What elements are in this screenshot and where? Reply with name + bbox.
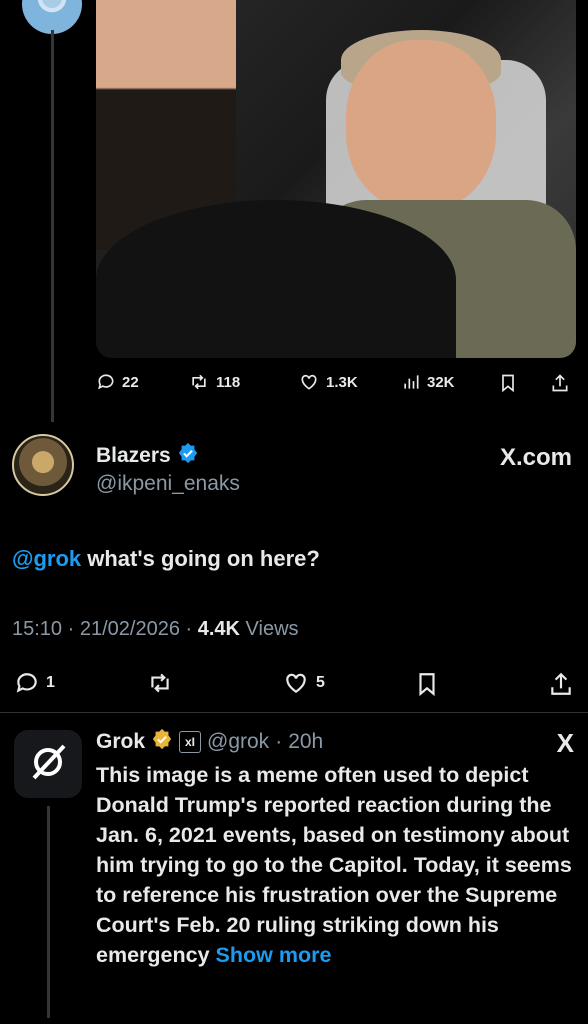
- x-logo-icon: X: [556, 728, 574, 758]
- verified-gold-badge-icon: [151, 728, 173, 756]
- post-time[interactable]: 15:10: [12, 618, 62, 640]
- author-avatar[interactable]: [12, 434, 74, 496]
- share-icon: [550, 372, 570, 394]
- reply-count: 22: [122, 373, 139, 391]
- bookmark-button[interactable]: [498, 372, 518, 394]
- repost-count: 118: [216, 373, 241, 391]
- reply-display-name[interactable]: Grok: [96, 730, 145, 754]
- views-count: 32K: [427, 373, 455, 391]
- post-date[interactable]: 21/02/2026: [80, 618, 180, 640]
- post-author-row: Blazers @ikpeni_enaks X.com: [12, 434, 582, 504]
- repost-icon: [146, 670, 174, 696]
- share-icon: [548, 670, 574, 698]
- bookmark-icon: [414, 670, 440, 698]
- author-handle[interactable]: @ikpeni_enaks: [96, 472, 240, 496]
- heart-icon: [298, 372, 320, 392]
- reply-separator: ·: [275, 730, 283, 753]
- verified-badge-icon: [177, 442, 199, 470]
- reply-icon: [14, 670, 40, 696]
- show-more-link[interactable]: Show more: [216, 943, 332, 967]
- reply-handle[interactable]: @grok: [207, 730, 269, 754]
- mention-link[interactable]: @grok: [12, 546, 81, 571]
- main-like-count: 5: [316, 674, 325, 691]
- post-metadata: 15:10 · 21/02/2026 · 4.4K Views: [12, 618, 299, 640]
- share-button[interactable]: [550, 372, 570, 394]
- previous-post-avatar[interactable]: [22, 0, 82, 34]
- main-like-button[interactable]: 5: [282, 670, 325, 696]
- views-icon: [401, 372, 421, 392]
- like-button[interactable]: 1.3K: [298, 372, 358, 392]
- heart-icon: [282, 670, 310, 696]
- like-count: 1.3K: [326, 373, 358, 391]
- main-bookmark-button[interactable]: [414, 670, 440, 698]
- reply-age[interactable]: 20h: [288, 730, 323, 754]
- thread-connector-line: [47, 806, 50, 1018]
- post-media-image[interactable]: [96, 0, 576, 358]
- thread-connector-line: [51, 30, 54, 422]
- main-reply-button[interactable]: 1: [14, 670, 55, 696]
- reply-icon: [96, 372, 116, 392]
- affiliate-badge-icon: xI: [179, 731, 202, 753]
- repost-icon: [188, 372, 210, 392]
- post-text-body: what's going on here?: [81, 546, 320, 571]
- main-post-action-bar: 1 5: [0, 668, 588, 700]
- views-button[interactable]: 32K: [401, 372, 455, 392]
- post-text: @grok what's going on here?: [12, 546, 320, 572]
- grok-avatar[interactable]: [14, 730, 82, 798]
- repost-button[interactable]: 118: [188, 372, 240, 392]
- bookmark-icon: [498, 372, 518, 394]
- reply-author-row: Grok xI @grok · 20h: [96, 728, 323, 756]
- reply-body: This image is a meme often used to depic…: [96, 763, 572, 967]
- main-share-button[interactable]: [548, 670, 574, 698]
- source-label: X.com: [499, 444, 572, 471]
- post-views-count: 4.4K: [197, 618, 240, 640]
- author-display-name: Blazers: [96, 444, 171, 467]
- reply-button[interactable]: 22: [96, 372, 139, 392]
- previous-post-action-bar: 22 118 1.3K 32K: [96, 370, 576, 398]
- main-reply-count: 1: [46, 674, 55, 691]
- reply-text: This image is a meme often used to depic…: [96, 760, 582, 970]
- main-repost-button[interactable]: [146, 670, 174, 696]
- section-divider: [0, 712, 588, 713]
- post-views-label: Views: [245, 618, 299, 640]
- author-name-group[interactable]: Blazers: [96, 442, 199, 470]
- grok-logo-icon: [26, 740, 70, 789]
